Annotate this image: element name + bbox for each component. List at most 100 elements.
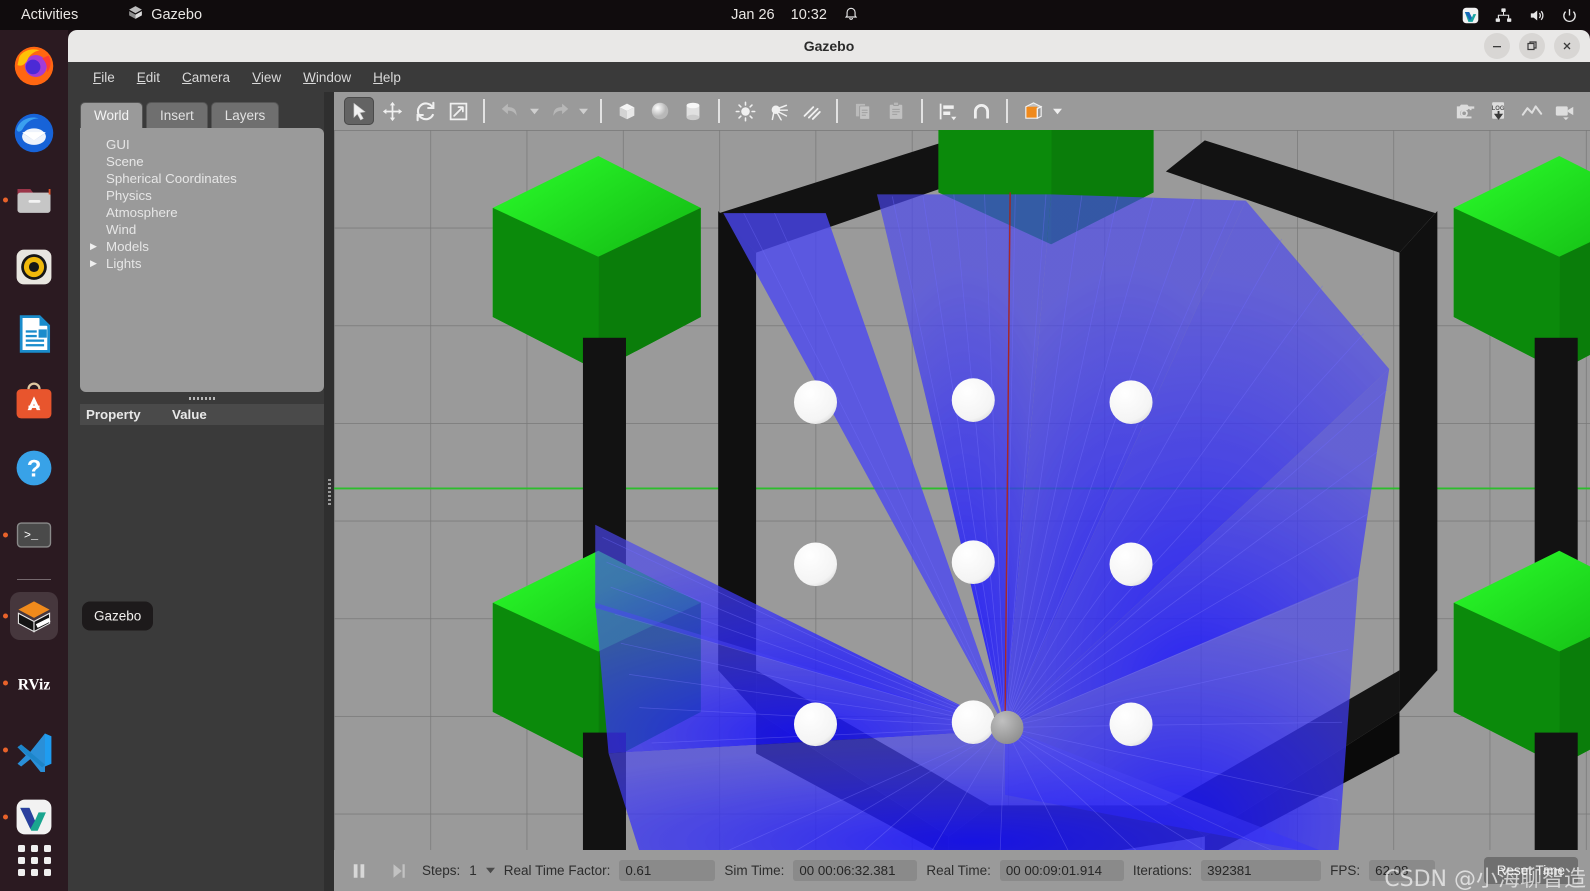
tree-item-scene[interactable]: Scene — [80, 153, 324, 170]
spot-light-button[interactable] — [763, 97, 793, 125]
wps-tray-icon[interactable] — [1462, 7, 1479, 24]
menu-file-mnemonic: F — [93, 69, 102, 85]
insert-box-button[interactable] — [612, 97, 642, 125]
dock-item-terminal[interactable]: >_ — [3, 511, 58, 559]
scale-mode-button[interactable] — [443, 97, 473, 125]
grid-dot — [43, 868, 51, 876]
plot-button[interactable] — [1517, 97, 1547, 125]
tree-item-label: Physics — [106, 188, 152, 203]
dock-separator — [17, 579, 51, 580]
running-indicator — [3, 532, 8, 538]
undo-history-button[interactable] — [528, 97, 541, 125]
insert-cylinder-button[interactable] — [678, 97, 708, 125]
panel-splitter-handle[interactable] — [80, 392, 324, 404]
tree-item-physics[interactable]: Physics — [80, 187, 324, 204]
menu-help[interactable]: Help — [362, 66, 412, 89]
copy-button[interactable] — [848, 97, 878, 125]
dock-item-gazebo[interactable]: Gazebo — [3, 592, 154, 640]
tab-layers[interactable]: Layers — [210, 102, 280, 128]
activities-button[interactable]: Activities — [14, 4, 85, 26]
clock-menu[interactable]: Jan 26 10:32 — [731, 5, 859, 25]
laser-sensor-origin — [990, 710, 1024, 745]
splitter-grip — [189, 396, 215, 400]
menu-edit-rest: dit — [145, 69, 161, 85]
dock-item-wps-office[interactable] — [3, 793, 58, 841]
log-record-button[interactable]: LOG — [1484, 97, 1514, 125]
running-indicator — [3, 197, 8, 203]
splitter-grip — [327, 478, 331, 505]
3d-viewport[interactable] — [334, 130, 1590, 850]
rotate-mode-button[interactable] — [410, 97, 440, 125]
insert-sphere-button[interactable] — [645, 97, 675, 125]
close-button[interactable] — [1554, 33, 1580, 59]
dock-item-rviz[interactable]: RViz — [3, 659, 58, 707]
minimize-button[interactable] — [1484, 33, 1510, 59]
view-mode-button[interactable] — [1018, 97, 1048, 125]
redo-button[interactable] — [544, 97, 574, 125]
menu-edit-mnemonic: E — [136, 69, 146, 85]
gnome-top-bar: Activities Gazebo Jan 26 10:32 — [0, 0, 1590, 30]
grid-dot — [30, 844, 38, 852]
dock-item-ubuntu-software[interactable] — [10, 377, 58, 425]
point-light-button[interactable] — [730, 97, 760, 125]
volume-icon[interactable] — [1528, 7, 1545, 24]
tree-item-gui[interactable]: GUI — [80, 136, 324, 153]
menu-window-rest: indow — [315, 69, 352, 85]
dock-item-libreoffice-writer[interactable] — [10, 310, 58, 358]
dock-item-vscode[interactable] — [3, 726, 58, 774]
menu-view[interactable]: View — [241, 66, 292, 89]
topbar-app-menu[interactable]: Gazebo — [127, 4, 202, 26]
screen: Activities Gazebo Jan 26 10:32 ? >_ Gaze… — [0, 0, 1590, 891]
align-button[interactable] — [933, 97, 963, 125]
menu-file-rest: ile — [101, 69, 115, 85]
tree-item-atmosphere[interactable]: Atmosphere — [80, 204, 324, 221]
tree-item-wind[interactable]: Wind — [80, 221, 324, 238]
chevron-right-icon[interactable]: ▶ — [90, 258, 104, 269]
menu-camera-mnemonic: C — [182, 69, 192, 85]
undo-button[interactable] — [495, 97, 525, 125]
tree-item-label: Spherical Coordinates — [106, 171, 237, 186]
running-indicator — [3, 814, 8, 820]
steps-value[interactable]: 1 — [469, 863, 477, 878]
snap-button[interactable] — [966, 97, 996, 125]
tab-world[interactable]: World — [80, 102, 144, 128]
vertical-splitter[interactable] — [324, 92, 334, 891]
dock: ? >_ Gazebo RViz — [0, 30, 154, 891]
dock-item-files[interactable] — [3, 176, 58, 224]
reset-time-button[interactable]: Reset Time — [1483, 857, 1578, 884]
dock-item-help[interactable]: ? — [10, 444, 58, 492]
show-applications-button[interactable] — [17, 843, 51, 877]
menu-view-rest: iew — [260, 69, 282, 85]
network-icon[interactable] — [1495, 7, 1512, 24]
dock-item-firefox[interactable] — [10, 42, 58, 90]
tab-insert[interactable]: Insert — [146, 102, 208, 128]
menu-edit[interactable]: Edit — [126, 66, 171, 89]
view-mode-dropdown[interactable] — [1051, 97, 1064, 125]
tree-item-models[interactable]: ▶ Models — [80, 238, 324, 255]
menu-window[interactable]: Window — [292, 66, 362, 89]
dock-item-rhythmbox[interactable] — [10, 243, 58, 291]
power-icon[interactable] — [1561, 7, 1578, 24]
dock-item-thunderbird[interactable] — [10, 109, 58, 157]
menubar: File Edit Camera View Window Help — [68, 62, 1590, 92]
clock-time: 10:32 — [790, 7, 827, 23]
select-mode-button[interactable] — [344, 97, 374, 125]
maximize-button[interactable] — [1519, 33, 1545, 59]
fps-value: 62.08 — [1369, 860, 1436, 881]
video-record-button[interactable] — [1550, 97, 1580, 125]
redo-history-button[interactable] — [577, 97, 590, 125]
tree-item-lights[interactable]: ▶ Lights — [80, 255, 324, 272]
menu-camera[interactable]: Camera — [171, 66, 241, 89]
pause-button[interactable] — [344, 857, 374, 885]
paste-button[interactable] — [881, 97, 911, 125]
tree-item-label: Scene — [106, 154, 144, 169]
directional-light-button[interactable] — [796, 97, 826, 125]
screenshot-button[interactable] — [1451, 97, 1481, 125]
svg-text:RViz: RViz — [18, 676, 51, 693]
step-forward-button[interactable] — [383, 857, 413, 885]
steps-dropdown-icon[interactable] — [485, 862, 495, 880]
translate-mode-button[interactable] — [377, 97, 407, 125]
tree-item-spherical-coordinates[interactable]: Spherical Coordinates — [80, 170, 324, 187]
chevron-right-icon[interactable]: ▶ — [90, 241, 104, 252]
menu-file[interactable]: File — [82, 66, 126, 89]
